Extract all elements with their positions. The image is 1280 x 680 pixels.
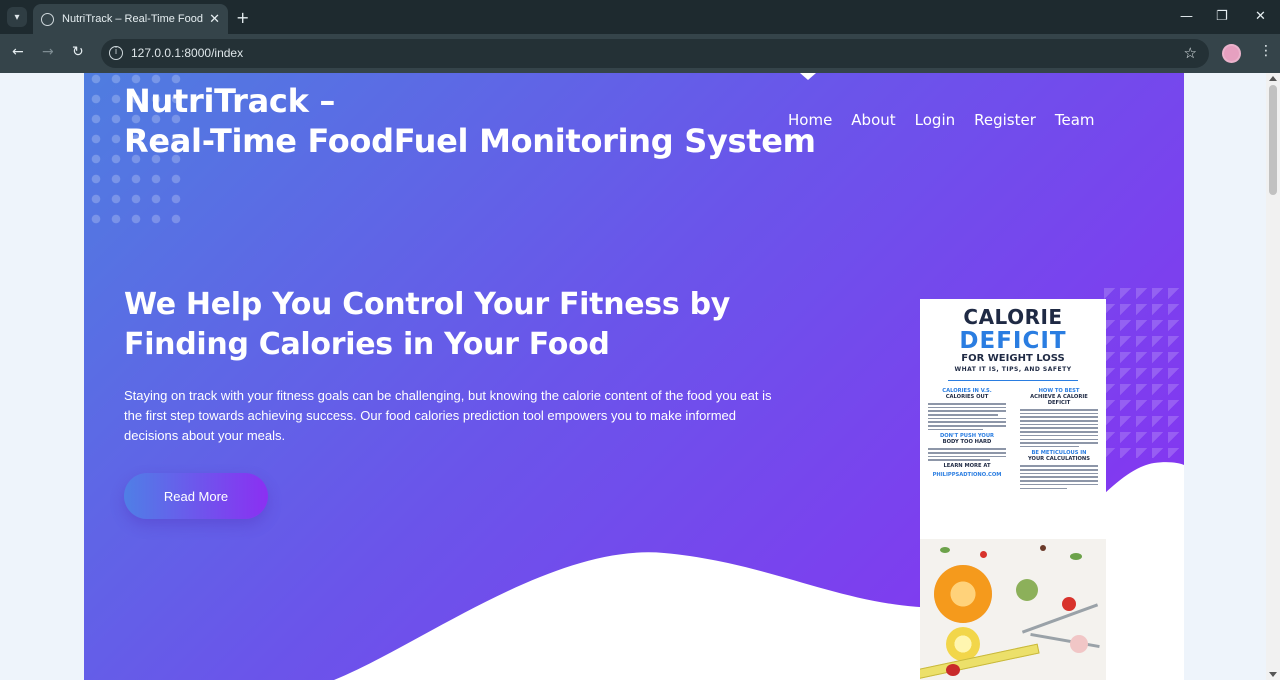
calorie-deficit-poster: CALORIE DEFICIT FOR WEIGHT LOSS WHAT IT … [920,299,1106,680]
tab-search-button[interactable]: ▾ [7,7,27,27]
triangle-pattern-decoration [1104,288,1184,458]
hero-description: Staying on track with your fitness goals… [124,388,772,443]
tab-title: NutriTrack – Real-Time FoodFuel Monitori… [62,13,203,25]
poster-column-right: HOW TO BEST ACHIEVE A CALORIE DEFICIT BE… [1020,385,1098,491]
brand-name: NutriTrack – [124,82,336,120]
poster-body-text [1020,409,1098,448]
site-info-icon[interactable]: i [109,46,123,60]
scroll-up-icon[interactable] [1269,76,1277,81]
poster-body-text [928,403,1006,431]
forward-arrow-icon[interactable]: → [42,44,54,60]
scroll-thumb[interactable] [1269,85,1277,195]
scroll-down-icon[interactable] [1269,672,1277,677]
nav-team[interactable]: Team [1055,111,1095,129]
nav-home[interactable]: Home [788,111,832,129]
page-viewport: NutriTrack – Real-Time FoodFuel Monitori… [0,73,1280,680]
poster-heading: BODY TOO HARD [942,439,992,446]
poster-columns: CALORIES IN V.S. CALORIES OUT DON'T PUSH… [920,385,1106,491]
hero-headline: We Help You Control Your Fitness by Find… [124,287,730,362]
caret-indicator-icon [800,73,816,80]
poster-title-deficit: DEFICIT [959,328,1067,354]
poster-food-image [920,539,1106,680]
poster-heading: YOUR CALCULATIONS [1027,456,1090,463]
bookmark-star-icon[interactable]: ☆ [1184,44,1197,62]
back-arrow-icon[interactable]: ← [12,44,24,60]
main-nav: Home About Login Register Team [788,111,1114,129]
new-tab-button[interactable]: + [236,8,249,27]
browser-menu-icon[interactable]: ⋮ [1259,43,1273,59]
url-text[interactable]: 127.0.0.1:8000/index [131,46,243,60]
maximize-icon[interactable]: ❐ [1216,9,1228,24]
poster-website: PHILIPPSADTIONO.COM [932,472,1002,479]
globe-icon [41,12,54,26]
brand-tagline: Real-Time FoodFuel Monitoring System [124,122,816,160]
page-scrollbar[interactable] [1266,73,1280,680]
profile-avatar[interactable] [1222,44,1241,63]
poster-title-calorie: CALORIE [963,305,1063,329]
poster-subtitle: WHAT IT IS, TIPS, AND SAFETY [954,366,1072,373]
browser-tab-bar: ▾ NutriTrack – Real-Time FoodFuel Monito… [0,0,1280,34]
tab-close-button[interactable]: ✕ [209,12,220,27]
browser-tab[interactable]: NutriTrack – Real-Time FoodFuel Monitori… [33,4,228,34]
hero-section: NutriTrack – Real-Time FoodFuel Monitori… [84,73,1184,680]
window-close-icon[interactable]: ✕ [1255,9,1266,24]
poster-body-text [928,448,1006,461]
nav-about[interactable]: About [851,111,895,129]
poster-column-left: CALORIES IN V.S. CALORIES OUT DON'T PUSH… [928,385,1006,491]
poster-heading: CALORIES OUT [945,394,989,400]
address-bar[interactable]: i 127.0.0.1:8000/index ☆ [101,39,1209,68]
poster-divider [948,380,1078,381]
poster-heading: ACHIEVE A CALORIE DEFICIT [1030,394,1088,406]
poster-title-weight-loss: FOR WEIGHT LOSS [961,353,1065,364]
nav-register[interactable]: Register [974,111,1036,129]
minimize-icon[interactable]: — [1180,9,1193,24]
poster-learn-more: LEARN MORE AT [943,463,991,470]
poster-body-text [1020,465,1098,489]
nav-login[interactable]: Login [915,111,955,129]
browser-toolbar: ← → ↻ i 127.0.0.1:8000/index ☆ ⋮ [0,34,1280,73]
site-brand[interactable]: NutriTrack – Real-Time FoodFuel Monitori… [124,81,816,161]
reload-icon[interactable]: ↻ [72,44,84,60]
